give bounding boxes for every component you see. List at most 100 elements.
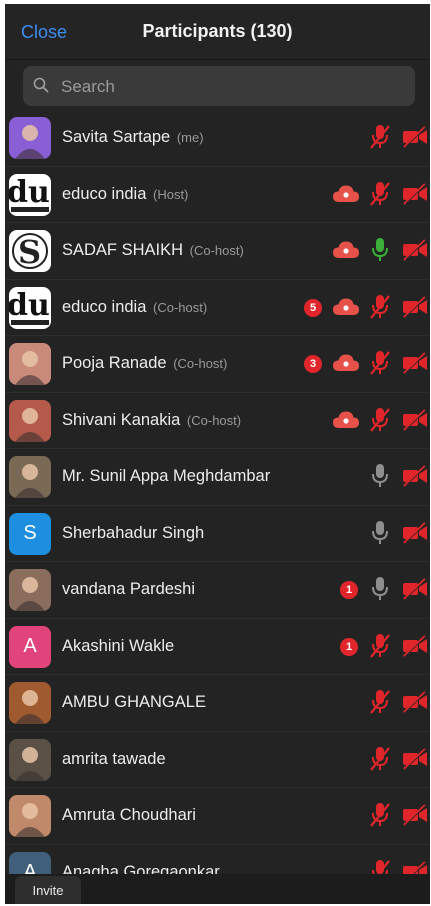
video-off-icon[interactable] xyxy=(402,634,428,658)
mic-icon[interactable] xyxy=(368,462,392,490)
participant-row[interactable]: Pooja Ranade (Co-host) 3 xyxy=(5,336,430,393)
cloud-recording-icon xyxy=(332,297,360,317)
participant-row[interactable]: S Sherbahadur Singh xyxy=(5,506,430,562)
unread-badge: 5 xyxy=(304,298,322,317)
mic-muted-icon[interactable] xyxy=(368,688,392,716)
video-off-icon[interactable] xyxy=(402,803,428,827)
avatar: S xyxy=(9,512,51,555)
participant-name-text: Sherbahadur Singh xyxy=(62,523,205,542)
video-off-icon[interactable] xyxy=(402,577,428,601)
participant-role: (Co-host) xyxy=(173,356,228,371)
video-off-icon[interactable] xyxy=(402,295,428,319)
avatar xyxy=(9,569,51,611)
participant-row[interactable]: Mr. Sunil Appa Meghdambar xyxy=(5,449,430,506)
avatar: du xyxy=(9,173,51,216)
mic-muted-icon[interactable] xyxy=(368,801,392,829)
participant-name: vandana Pardeshi xyxy=(62,580,195,599)
participant-name: Sherbahadur Singh xyxy=(62,524,204,543)
avatar xyxy=(9,117,51,159)
participant-name-text: Mr. Sunil Appa Meghdambar xyxy=(62,467,271,485)
cloud-recording-icon xyxy=(332,410,360,430)
avatar-photo-icon xyxy=(9,456,51,498)
participant-name: educo india (Co-host) xyxy=(62,298,207,317)
participant-row[interactable]: du educo india (Co-host) 5 xyxy=(5,280,430,336)
mic-muted-icon[interactable] xyxy=(368,180,392,208)
video-off-icon[interactable] xyxy=(402,351,428,375)
mic-muted-icon[interactable] xyxy=(368,123,392,151)
svg-text:du: du xyxy=(9,288,50,323)
avatar xyxy=(9,682,51,724)
search-icon xyxy=(33,77,49,93)
avatar-photo-icon xyxy=(9,399,51,442)
mic-muted-icon[interactable] xyxy=(368,632,392,660)
participant-role: (Co-host) xyxy=(186,412,242,428)
participant-role: (Co-host) xyxy=(153,299,208,315)
participant-row[interactable]: vandana Pardeshi 1 xyxy=(5,562,430,619)
mic-muted-icon[interactable] xyxy=(368,745,392,773)
avatar: du xyxy=(9,286,51,329)
participant-row[interactable]: AMBU GHANGALE xyxy=(5,675,430,732)
svg-text:S: S xyxy=(18,233,41,271)
participant-row[interactable]: S SADAF SHAIKH (Co-host) xyxy=(5,223,430,280)
participant-name: Amruta Choudhari xyxy=(62,806,196,825)
avatar xyxy=(9,795,51,837)
participant-role: (me) xyxy=(176,130,204,145)
video-off-icon[interactable] xyxy=(402,521,428,545)
search-box[interactable] xyxy=(23,66,423,108)
mic-icon[interactable] xyxy=(368,519,392,547)
search-input[interactable] xyxy=(59,66,423,108)
participant-name: Pooja Ranade (Co-host) xyxy=(62,354,227,373)
mic-icon[interactable] xyxy=(368,236,392,264)
avatar-photo-icon xyxy=(9,682,51,724)
participant-name: SADAF SHAIKH (Co-host) xyxy=(62,241,244,260)
participant-name: Savita Sartape (me) xyxy=(62,128,204,147)
cloud-recording-icon xyxy=(332,240,360,260)
video-off-icon[interactable] xyxy=(402,690,428,714)
cloud-recording-icon xyxy=(332,184,360,204)
participant-row[interactable]: Shivani Kanakia (Co-host) xyxy=(5,393,430,449)
video-off-icon[interactable] xyxy=(402,408,428,432)
avatar: A xyxy=(9,625,51,668)
avatar-photo-icon xyxy=(9,343,51,385)
avatar-photo-icon xyxy=(9,117,51,159)
participant-name-text: AMBU GHANGALE xyxy=(62,693,206,711)
cloud-recording-icon xyxy=(332,353,360,373)
invite-button[interactable]: Invite xyxy=(15,876,81,904)
participant-name: amrita tawade xyxy=(62,750,166,769)
mic-muted-icon[interactable] xyxy=(368,293,392,321)
participant-name-text: vandana Pardeshi xyxy=(62,580,196,598)
video-off-icon[interactable] xyxy=(402,464,428,488)
video-off-icon[interactable] xyxy=(402,182,428,206)
video-off-icon[interactable] xyxy=(402,125,428,149)
svg-text:du: du xyxy=(9,175,50,210)
avatar xyxy=(9,399,51,442)
mic-icon[interactable] xyxy=(368,575,392,603)
avatar-letter: S xyxy=(23,522,37,544)
mic-muted-icon[interactable] xyxy=(368,349,392,377)
avatar-letter: A xyxy=(23,635,37,657)
participant-name: Shivani Kanakia (Co-host) xyxy=(62,411,241,430)
participant-list: Savita Sartape (me) du educo india (Host) S… xyxy=(5,110,430,901)
participant-name-text: educo india xyxy=(62,297,147,316)
avatar xyxy=(9,343,51,385)
video-off-icon[interactable] xyxy=(402,238,428,262)
video-off-icon[interactable] xyxy=(402,747,428,771)
avatar xyxy=(9,738,51,781)
avatar: S xyxy=(9,230,51,272)
participant-name-text: Akashini Wakle xyxy=(62,636,175,655)
avatar-photo-icon xyxy=(9,795,51,837)
participant-name: educo india (Host) xyxy=(62,185,188,204)
participant-name-text: Pooja Ranade xyxy=(62,354,167,372)
participant-row[interactable]: Amruta Choudhari xyxy=(5,788,430,845)
participant-name-text: SADAF SHAIKH xyxy=(62,241,184,259)
avatar xyxy=(9,456,51,498)
participant-row[interactable]: Savita Sartape (me) xyxy=(5,110,430,167)
educo-logo-icon: du xyxy=(9,286,51,329)
participant-row[interactable]: amrita tawade xyxy=(5,732,430,788)
search-bar xyxy=(5,60,430,110)
unread-badge: 1 xyxy=(340,637,358,656)
participant-row[interactable]: A Akashini Wakle 1 xyxy=(5,619,430,675)
mic-muted-icon[interactable] xyxy=(368,406,392,434)
bottom-bar: Invite xyxy=(5,874,430,904)
participant-row[interactable]: du educo india (Host) xyxy=(5,167,430,223)
